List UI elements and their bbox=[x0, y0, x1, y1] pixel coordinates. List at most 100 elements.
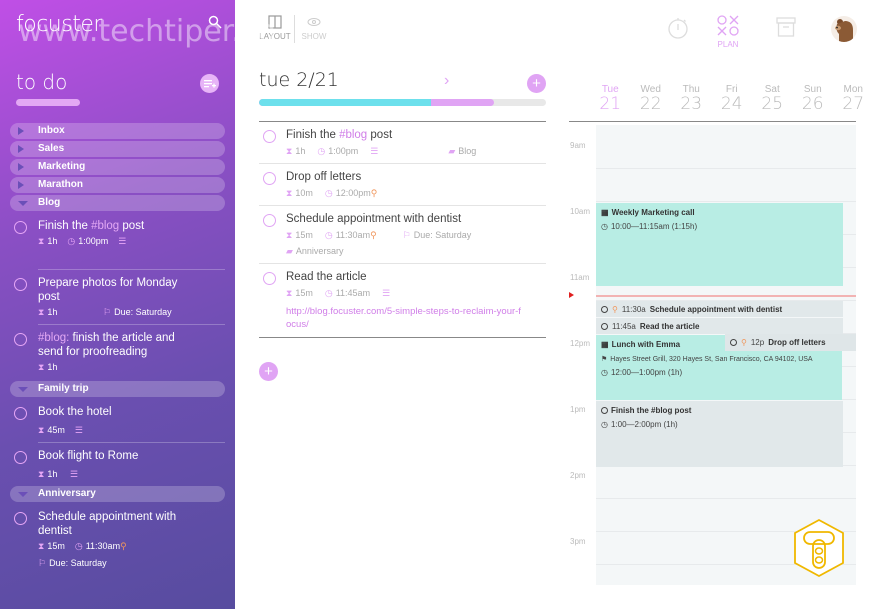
view-toolbar: LAYOUT SHOW bbox=[258, 15, 331, 43]
plus-icon: + bbox=[264, 363, 273, 380]
toolbar-divider bbox=[294, 15, 295, 43]
task-title: Finish the #blog post bbox=[38, 220, 145, 232]
task-meta: ▰ Anniversary bbox=[286, 246, 344, 256]
sidebar-task[interactable]: Book the hotel ⧗ 45m ☰ bbox=[10, 399, 225, 442]
archive-icon[interactable] bbox=[776, 17, 796, 37]
event-finish-blog[interactable]: Finish the #blog post ◷ 1:00—2:00pm (1h) bbox=[596, 401, 843, 467]
task-checkbox[interactable] bbox=[14, 451, 27, 464]
group-family-trip[interactable]: Family trip bbox=[10, 381, 225, 397]
sidebar-task[interactable]: Finish the #blog post ⧗ 1h ◷ 1:00pm ☰ bbox=[10, 213, 225, 269]
current-time-line bbox=[596, 295, 856, 297]
task-meta: ⧗ 15m ◷ 11:30am⚲ ⚐ Due: Saturday bbox=[286, 230, 472, 240]
user-avatar[interactable] bbox=[831, 16, 857, 42]
task-title: Book the hotel bbox=[38, 406, 112, 418]
clock-icon: ◷ bbox=[601, 222, 608, 231]
task-checkbox[interactable] bbox=[14, 221, 27, 234]
sidebar-task[interactable]: Prepare photos for Monday post ⧗ 1h ⚐ Due:… bbox=[10, 270, 225, 324]
group-marathon[interactable]: Marathon bbox=[10, 177, 225, 193]
day-number: 22 bbox=[639, 94, 662, 114]
hourglass-icon: ⧗ bbox=[286, 288, 293, 298]
sidebar-list: Inbox Sales Marketing Marathon Blog Fini… bbox=[10, 123, 225, 575]
day-column-header[interactable]: Sat 25 bbox=[752, 84, 793, 113]
group-marketing[interactable]: Marketing bbox=[10, 159, 225, 175]
day-title: tue 2/21 bbox=[259, 69, 339, 91]
sidebar-task[interactable]: Book flight to Rome ⧗ 1h ☰ bbox=[10, 443, 225, 486]
group-label: Marathon bbox=[38, 179, 83, 190]
sidebar-task[interactable]: Schedule appointment with dentist ⧗ 15m ◷… bbox=[10, 504, 225, 575]
sidebar-task[interactable]: #blog: finish the article and send for p… bbox=[10, 325, 225, 379]
watermark-logo-icon bbox=[794, 518, 844, 578]
task-item[interactable]: Finish the #blog post ⧗ 1h ◷ 1:00pm ☰ ▰ Blo… bbox=[259, 122, 546, 164]
add-list-icon bbox=[203, 79, 216, 88]
event-drop-letters[interactable]: ⚲ 12p Drop off letters bbox=[725, 334, 856, 351]
task-ring-icon bbox=[601, 305, 608, 313]
location-icon: ⚑ bbox=[601, 356, 608, 363]
show-button[interactable]: SHOW bbox=[297, 15, 331, 43]
day-column-header[interactable]: Tue 21 bbox=[590, 84, 631, 113]
task-meta: ⧗ 10m ◷ 12:00pm⚲ bbox=[286, 188, 378, 198]
day-number: 26 bbox=[801, 94, 824, 114]
hour-label: 1pm bbox=[570, 405, 586, 414]
expand-icon bbox=[18, 181, 24, 189]
group-sales[interactable]: Sales bbox=[10, 141, 225, 157]
task-checkbox[interactable] bbox=[14, 278, 27, 291]
task-checkbox[interactable] bbox=[263, 214, 276, 227]
pin-icon: ⚲ bbox=[741, 338, 747, 347]
add-list-button[interactable] bbox=[200, 74, 219, 93]
group-blog[interactable]: Blog bbox=[10, 195, 225, 211]
group-inbox[interactable]: Inbox bbox=[10, 123, 225, 139]
notes-icon: ☰ bbox=[370, 146, 379, 156]
task-meta: ⧗ 15m ◷ 11:45am ☰ bbox=[286, 288, 391, 298]
task-title: Read the article bbox=[286, 271, 367, 283]
task-checkbox[interactable] bbox=[263, 272, 276, 285]
event-dentist[interactable]: ⚲ 11:30a Schedule appointment with dentist bbox=[596, 301, 843, 317]
task-checkbox[interactable] bbox=[263, 130, 276, 143]
next-day-chevron-icon[interactable]: › bbox=[444, 72, 449, 90]
app-logo: focuster bbox=[16, 12, 102, 37]
timer-icon[interactable] bbox=[667, 16, 689, 40]
group-anniversary[interactable]: Anniversary bbox=[10, 486, 225, 502]
task-title: Prepare photos for Monday post bbox=[38, 277, 178, 303]
task-item[interactable]: Drop off letters ⧗ 10m ◷ 12:00pm⚲ bbox=[259, 164, 546, 206]
day-column-header[interactable]: Mon 27 bbox=[833, 84, 874, 113]
task-meta: ⚐ Due: Saturday bbox=[38, 558, 107, 568]
task-title: Drop off letters bbox=[286, 171, 362, 183]
day-column-header[interactable]: Fri 24 bbox=[712, 84, 753, 113]
task-ring-icon bbox=[730, 339, 737, 346]
search-icon[interactable] bbox=[208, 15, 222, 29]
clock-icon: ◷ bbox=[324, 230, 333, 240]
clock-icon: ◷ bbox=[601, 420, 608, 429]
task-checkbox[interactable] bbox=[14, 333, 27, 346]
event-weekly-marketing[interactable]: ▦ Weekly Marketing call ◷ 10:00—11:15am (1… bbox=[596, 203, 843, 286]
task-checkbox[interactable] bbox=[14, 407, 27, 420]
sidebar: focuster to do Inbox Sales Marketing Mar… bbox=[0, 0, 235, 609]
layout-button[interactable]: LAYOUT bbox=[258, 15, 292, 43]
day-column-header[interactable]: Thu 23 bbox=[671, 84, 712, 113]
group-label: Family trip bbox=[38, 383, 89, 394]
day-column-header[interactable]: Wed 22 bbox=[631, 84, 672, 113]
task-link[interactable]: http://blog.focuster.com/5-simple-steps-… bbox=[286, 305, 526, 331]
task-checkbox[interactable] bbox=[263, 172, 276, 185]
add-task-bottom-button[interactable]: + bbox=[259, 362, 278, 381]
task-item[interactable]: Read the article ⧗ 15m ◷ 11:45am ☰ http://… bbox=[259, 264, 546, 337]
list-icon: ▰ bbox=[448, 146, 456, 156]
task-checkbox[interactable] bbox=[14, 512, 27, 525]
eye-icon bbox=[307, 18, 321, 26]
event-read-article[interactable]: 11:45a Read the article bbox=[596, 318, 843, 334]
plan-icon bbox=[717, 15, 739, 36]
hourglass-icon: ⧗ bbox=[286, 188, 293, 198]
list-icon: ▰ bbox=[286, 246, 293, 256]
day-column-header[interactable]: Sun 26 bbox=[793, 84, 834, 113]
plan-button[interactable]: PLAN bbox=[716, 15, 740, 49]
task-title: Finish the #blog post bbox=[286, 129, 393, 141]
plus-icon: + bbox=[532, 75, 541, 92]
add-task-button[interactable]: + bbox=[527, 74, 546, 93]
clock-icon: ◷ bbox=[324, 188, 333, 198]
grid-line bbox=[596, 201, 856, 202]
clock-icon: ◷ bbox=[67, 236, 76, 246]
task-item[interactable]: Schedule appointment with dentist ⧗ 15m ◷… bbox=[259, 206, 546, 264]
hour-label: 3pm bbox=[570, 537, 586, 546]
hour-label: 11am bbox=[570, 273, 590, 282]
calendar-icon: ▦ bbox=[601, 208, 609, 217]
task-title: Schedule appointment with dentist bbox=[38, 511, 177, 537]
